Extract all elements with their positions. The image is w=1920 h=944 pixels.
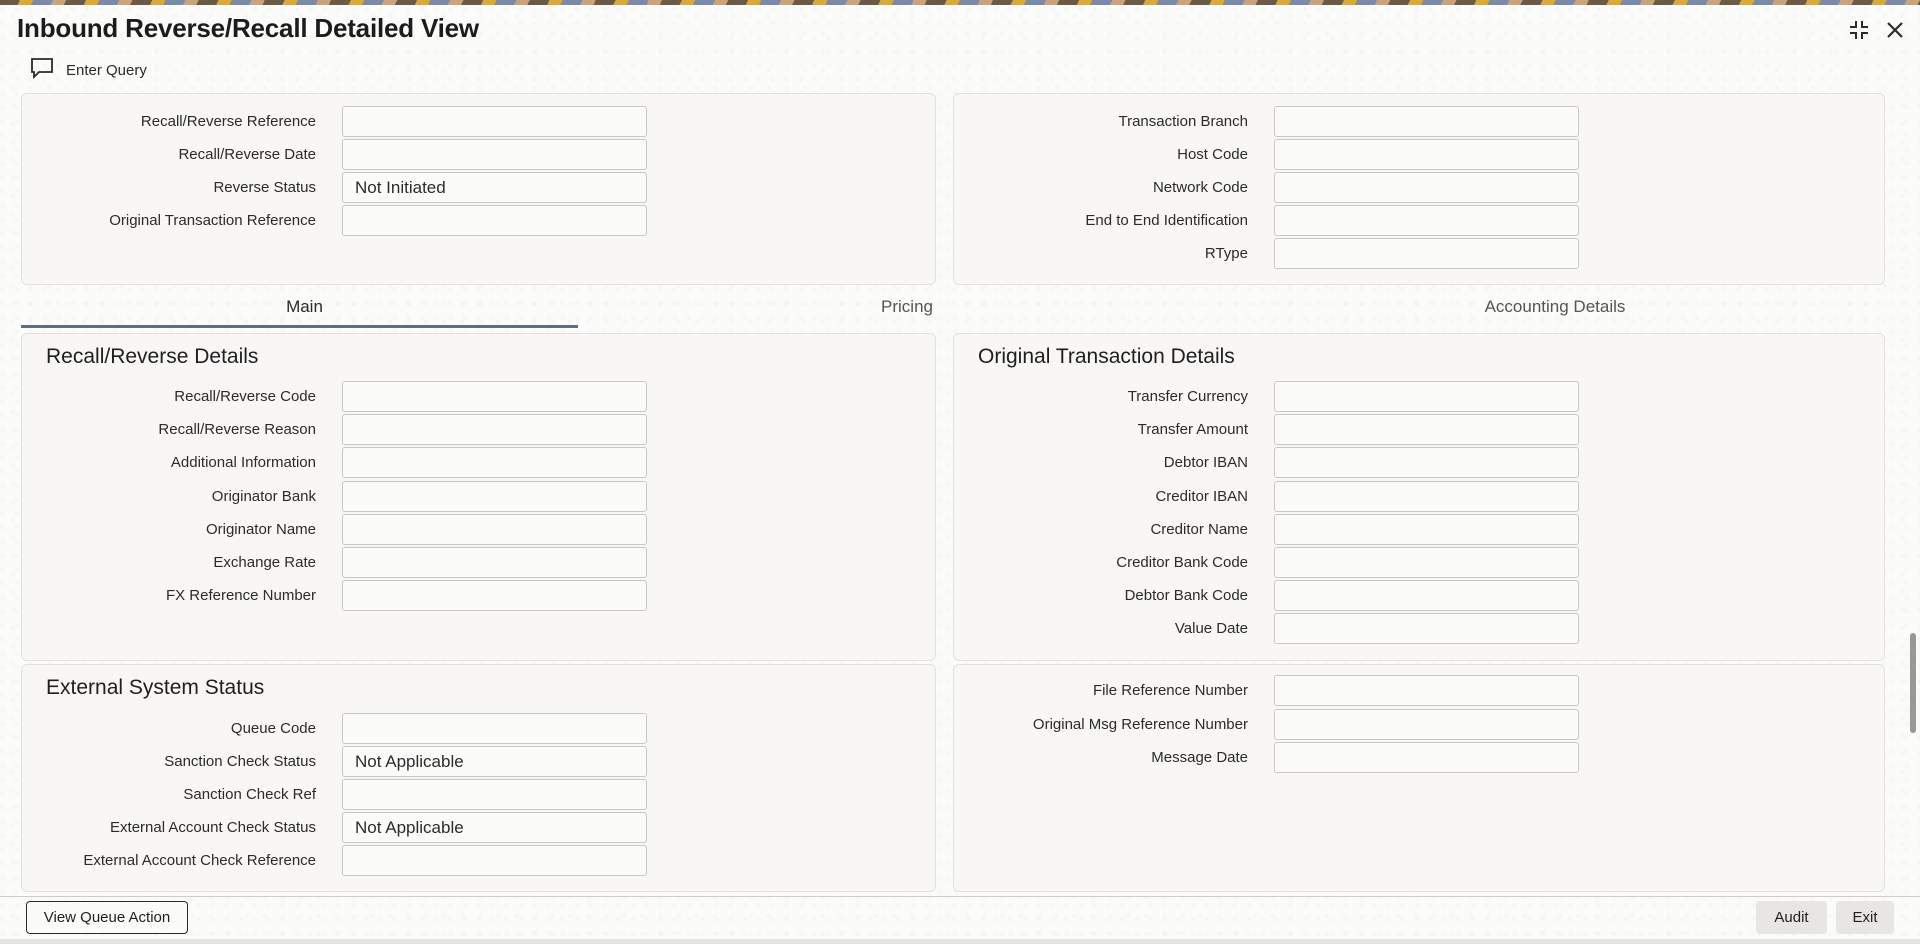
- sanction-check-ref-field[interactable]: [342, 779, 647, 810]
- transfer-amount-field[interactable]: [1274, 414, 1579, 445]
- value-date-label: Value Date: [1174, 620, 1248, 637]
- queue-code-label: Queue Code: [230, 720, 316, 737]
- originator-bank-field[interactable]: [342, 481, 647, 512]
- reverse-status-label: Reverse Status: [213, 179, 316, 196]
- originator-bank-label: Originator Bank: [211, 488, 316, 505]
- enter-query-label: Enter Query: [66, 62, 147, 79]
- additional-information-field[interactable]: [342, 447, 647, 478]
- message-date-label: Message Date: [1151, 749, 1248, 766]
- original-txn-title: Original Transaction Details: [978, 345, 1235, 368]
- window-controls: [1846, 17, 1908, 43]
- view-queue-action-button[interactable]: View Queue Action: [26, 901, 188, 934]
- external-account-check-status-label: External Account Check Status: [110, 819, 316, 836]
- debtor-iban-label: Debtor IBAN: [1163, 454, 1248, 471]
- scrollbar-thumb[interactable]: [1910, 633, 1916, 733]
- file-reference-number-label: File Reference Number: [1092, 682, 1248, 699]
- sanction-check-status-field[interactable]: [342, 746, 647, 777]
- additional-information-label: Additional Information: [170, 454, 316, 471]
- recall-reverse-reason-label: Recall/Reverse Reason: [158, 421, 316, 438]
- fx-reference-number-field[interactable]: [342, 580, 647, 611]
- debtor-bank-code-field[interactable]: [1274, 580, 1579, 611]
- external-account-check-reference-field[interactable]: [342, 845, 647, 876]
- originator-name-label: Originator Name: [205, 521, 316, 538]
- queue-code-field[interactable]: [342, 713, 647, 744]
- tab-pricing[interactable]: Pricing: [588, 290, 1218, 330]
- creditor-bank-code-label: Creditor Bank Code: [1116, 554, 1248, 571]
- recall-details-title: Recall/Reverse Details: [46, 345, 259, 368]
- recall-reverse-reason-field[interactable]: [342, 414, 647, 445]
- rtype-field[interactable]: [1274, 238, 1579, 269]
- end-to-end-identification-field[interactable]: [1274, 205, 1579, 236]
- transfer-currency-label: Transfer Currency: [1127, 388, 1248, 405]
- creditor-iban-field[interactable]: [1274, 481, 1579, 512]
- external-status-title: External System Status: [46, 676, 265, 699]
- comment-icon: [30, 57, 54, 84]
- network-code-field[interactable]: [1274, 172, 1579, 203]
- recall-reverse-reference-label: Recall/Reverse Reference: [140, 113, 316, 130]
- recall-reverse-code-field[interactable]: [342, 381, 647, 412]
- detail-window: Inbound Reverse/Recall Detailed View Ent…: [0, 5, 1920, 939]
- original-msg-reference-number-label: Original Msg Reference Number: [1032, 716, 1248, 733]
- close-icon[interactable]: [1882, 17, 1908, 43]
- page-title: Inbound Reverse/Recall Detailed View: [17, 13, 479, 43]
- message-date-field[interactable]: [1274, 742, 1579, 773]
- value-date-field[interactable]: [1274, 613, 1579, 644]
- tab-accounting-details[interactable]: Accounting Details: [1420, 290, 1690, 330]
- exit-button[interactable]: Exit: [1836, 901, 1894, 934]
- host-code-field[interactable]: [1274, 139, 1579, 170]
- active-tab-indicator: [21, 325, 578, 328]
- end-to-end-identification-label: End to End Identification: [1085, 212, 1248, 229]
- creditor-name-field[interactable]: [1274, 514, 1579, 545]
- bottom-strip: [0, 939, 1920, 944]
- exchange-rate-field[interactable]: [342, 547, 647, 578]
- transaction-branch-label: Transaction Branch: [1118, 113, 1248, 130]
- creditor-bank-code-field[interactable]: [1274, 547, 1579, 578]
- sanction-check-status-label: Sanction Check Status: [164, 753, 316, 770]
- creditor-name-label: Creditor Name: [1150, 521, 1248, 538]
- sanction-check-ref-label: Sanction Check Ref: [183, 786, 316, 803]
- debtor-bank-code-label: Debtor Bank Code: [1124, 587, 1248, 604]
- external-account-check-reference-label: External Account Check Reference: [83, 852, 316, 869]
- debtor-iban-field[interactable]: [1274, 447, 1579, 478]
- audit-button[interactable]: Audit: [1756, 901, 1827, 934]
- collapse-icon[interactable]: [1846, 17, 1872, 43]
- original-transaction-reference-label: Original Transaction Reference: [109, 212, 316, 229]
- recall-reverse-date-field[interactable]: [342, 139, 647, 170]
- reverse-status-field[interactable]: [342, 172, 647, 203]
- host-code-label: Host Code: [1177, 146, 1248, 163]
- transaction-branch-field[interactable]: [1274, 106, 1579, 137]
- fx-reference-number-label: FX Reference Number: [165, 587, 316, 604]
- transfer-currency-field[interactable]: [1274, 381, 1579, 412]
- footer-divider: [0, 896, 1920, 897]
- recall-reverse-reference-field[interactable]: [342, 106, 647, 137]
- transfer-amount-label: Transfer Amount: [1137, 421, 1248, 438]
- enter-query-button[interactable]: Enter Query: [30, 57, 147, 84]
- file-reference-number-field[interactable]: [1274, 675, 1579, 706]
- external-account-check-status-field[interactable]: [342, 812, 647, 843]
- recall-reverse-date-label: Recall/Reverse Date: [178, 146, 316, 163]
- rtype-label: RType: [1204, 245, 1248, 262]
- tab-main[interactable]: Main: [21, 290, 588, 330]
- vertical-scrollbar[interactable]: [1909, 93, 1917, 893]
- original-transaction-reference-field[interactable]: [342, 205, 647, 236]
- recall-reverse-code-label: Recall/Reverse Code: [174, 388, 316, 405]
- exchange-rate-label: Exchange Rate: [213, 554, 316, 571]
- original-msg-reference-number-field[interactable]: [1274, 709, 1579, 740]
- creditor-iban-label: Creditor IBAN: [1155, 488, 1248, 505]
- originator-name-field[interactable]: [342, 514, 647, 545]
- network-code-label: Network Code: [1152, 179, 1248, 196]
